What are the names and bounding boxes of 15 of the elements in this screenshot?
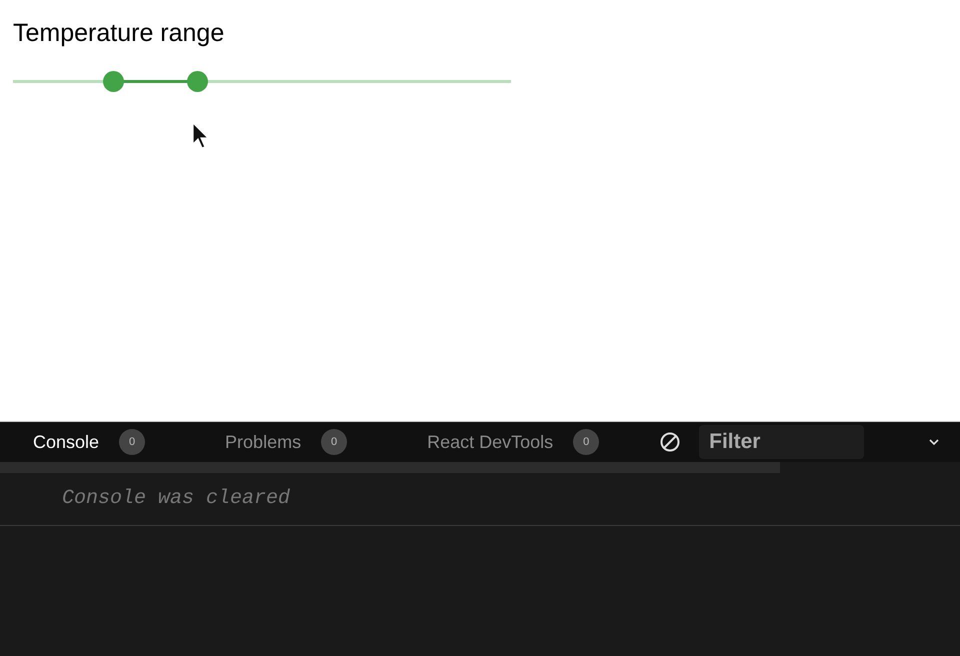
scrollbar[interactable]: [0, 462, 780, 473]
chevron-down-icon[interactable]: [928, 438, 940, 446]
slider-thumb[interactable]: [187, 71, 208, 92]
devtools-tab[interactable]: Console 0: [33, 428, 146, 456]
count-badge: 0: [321, 429, 348, 455]
cursor-icon: [191, 122, 209, 150]
count-badge: 0: [119, 429, 146, 455]
count-badge: 0: [573, 429, 600, 455]
devtools-tab[interactable]: Problems 0: [225, 428, 348, 456]
devtools-tab[interactable]: React DevTools 0: [427, 428, 600, 456]
heading: Temperature range: [13, 18, 224, 48]
clear-icon[interactable]: [659, 431, 682, 453]
console-message: Console was cleared: [62, 486, 290, 512]
slider-thumb[interactable]: [102, 71, 124, 92]
filter-field[interactable]: Filter: [699, 425, 864, 459]
